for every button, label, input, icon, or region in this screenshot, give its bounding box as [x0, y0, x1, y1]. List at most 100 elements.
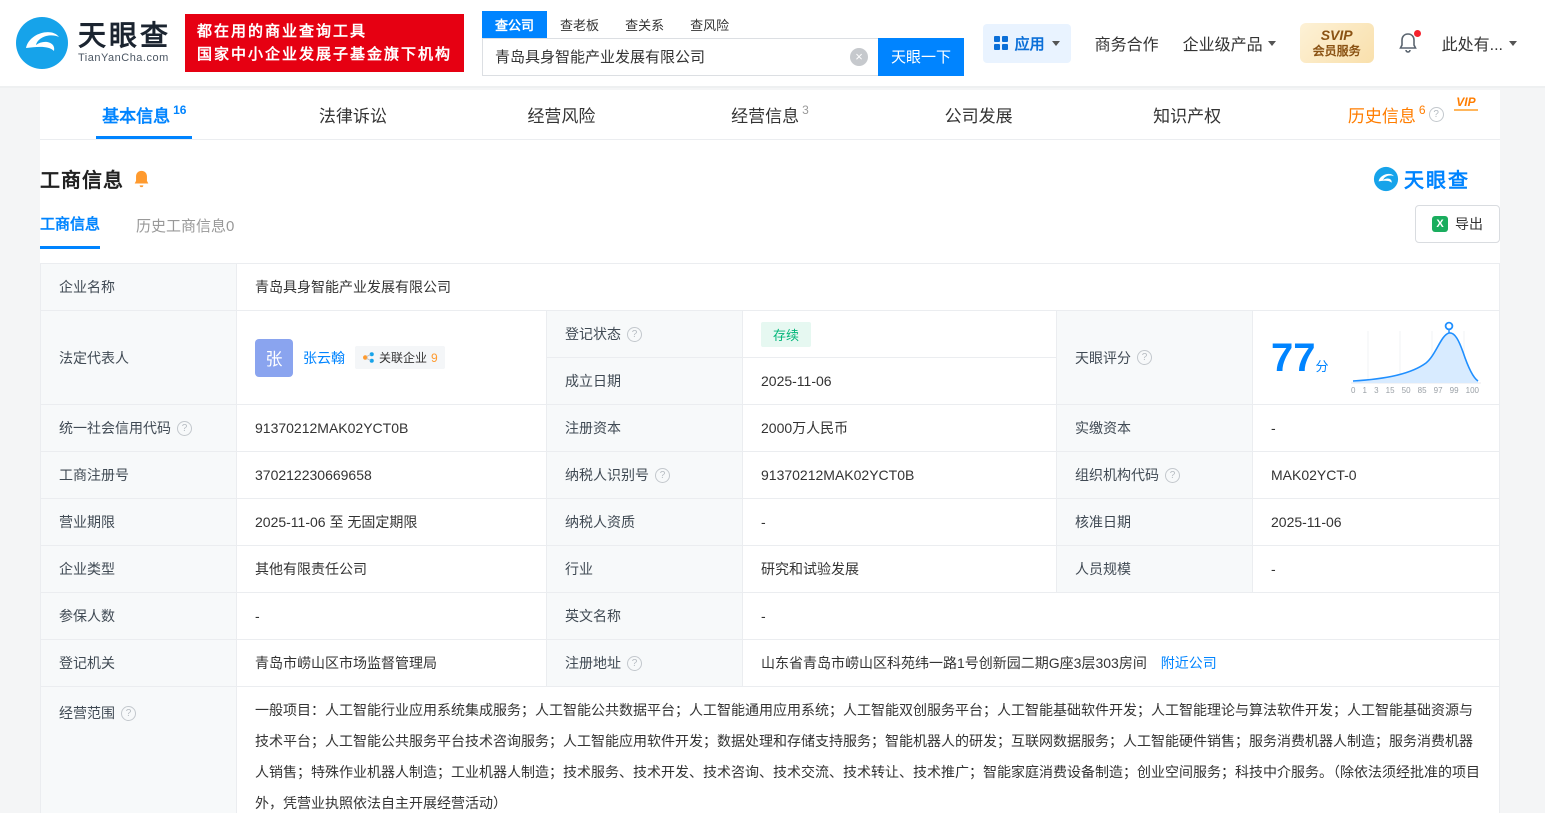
help-icon[interactable]: ?	[1137, 350, 1152, 365]
reg-status-value: 存续	[743, 311, 1057, 358]
help-icon[interactable]: ?	[177, 421, 192, 436]
establish-date-value: 2025-11-06	[743, 358, 1057, 405]
chevron-down-icon	[1052, 41, 1060, 46]
approval-date-label: 核准日期	[1057, 499, 1253, 546]
search-tab-relation[interactable]: 查关系	[612, 11, 677, 38]
related-companies-badge[interactable]: 关联企业 9	[355, 346, 445, 369]
svip-membership-badge[interactable]: SVIP 会员服务	[1300, 23, 1374, 64]
address-value: 山东省青岛市崂山区科苑纬一路1号创新园二期G座3层303房间 附近公司	[743, 640, 1500, 687]
tab-basic-info[interactable]: 基本信息 16	[40, 90, 249, 139]
tab-history-info[interactable]: 历史信息 6 ? VIP	[1291, 90, 1500, 139]
search-button[interactable]: 天眼一下	[878, 38, 964, 76]
tab-company-development[interactable]: 公司发展	[874, 90, 1083, 139]
help-icon[interactable]: ?	[1429, 107, 1444, 122]
address-label: 注册地址?	[547, 640, 743, 687]
help-icon[interactable]: ?	[627, 327, 642, 342]
subtab-business-registration[interactable]: 工商信息	[40, 213, 100, 249]
help-icon[interactable]: ?	[1165, 468, 1180, 483]
table-row: 工商注册号 370212230669658 纳税人识别号? 91370212MA…	[41, 452, 1500, 499]
apps-grid-icon	[994, 36, 1008, 50]
tianyancha-logo-icon	[14, 15, 70, 71]
search-tab-risk[interactable]: 查风险	[677, 11, 742, 38]
help-icon[interactable]: ?	[655, 468, 670, 483]
nearby-companies-link[interactable]: 附近公司	[1161, 655, 1217, 671]
insured-value: -	[237, 593, 547, 640]
taxpayer-id-label: 纳税人识别号?	[547, 452, 743, 499]
table-row: 企业类型 其他有限责任公司 行业 研究和试验发展 人员规模 -	[41, 546, 1500, 593]
taxpayer-id-value: 91370212MAK02YCT0B	[743, 452, 1057, 499]
paid-capital-value: -	[1253, 405, 1500, 452]
company-name-value: 青岛具身智能产业发展有限公司	[237, 264, 1500, 311]
tab-legal-proceedings[interactable]: 法律诉讼	[249, 90, 458, 139]
tab-operating-risk[interactable]: 经营风险	[457, 90, 666, 139]
score-unit: 分	[1316, 359, 1329, 374]
score-label: 天眼评分?	[1057, 311, 1253, 405]
detail-tabs: 基本信息 16 法律诉讼 经营风险 经营信息 3 公司发展 知识产权 历史信息 …	[40, 90, 1500, 140]
table-row: 经营范围? 一般项目：人工智能行业应用系统集成服务；人工智能公共数据平台；人工智…	[41, 687, 1500, 813]
export-button[interactable]: X 导出	[1415, 205, 1500, 243]
avatar[interactable]: 张	[255, 339, 293, 377]
tab-count: 3	[802, 103, 809, 117]
tab-label: 法律诉讼	[319, 102, 387, 127]
help-icon[interactable]: ?	[121, 706, 136, 721]
logo-text-en: TianYanCha.com	[78, 53, 171, 64]
address-text: 山东省青岛市崂山区科苑纬一路1号创新园二期G座3层303房间	[761, 655, 1147, 671]
legal-rep-label: 法定代表人	[41, 311, 237, 405]
related-count: 9	[431, 351, 438, 365]
section-header: 工商信息 天眼查	[40, 140, 1500, 193]
tianyancha-logo[interactable]: 天眼查 TianYanCha.com	[14, 15, 171, 71]
legal-rep-link[interactable]: 张云翰	[303, 348, 345, 368]
subtab-label: 历史工商信息	[136, 218, 226, 235]
excel-icon: X	[1432, 216, 1448, 232]
notification-bell-icon[interactable]	[1398, 32, 1418, 54]
status-badge: 存续	[761, 322, 811, 347]
subscribe-bell-icon[interactable]	[132, 169, 151, 189]
export-label: 导出	[1455, 214, 1483, 234]
logo-text-cn: 天眼查	[78, 22, 171, 50]
staff-size-label: 人员规模	[1057, 546, 1253, 593]
table-row: 统一社会信用代码? 91370212MAK02YCT0B 注册资本 2000万人…	[41, 405, 1500, 452]
search-area: 查公司 查老板 查关系 查风险 × 天眼一下	[482, 11, 964, 76]
nav-business-coop[interactable]: 商务合作	[1095, 31, 1159, 55]
apps-menu[interactable]: 应用	[983, 24, 1071, 63]
clear-search-icon[interactable]: ×	[850, 48, 868, 66]
tab-count: 6	[1419, 103, 1426, 117]
related-label: 关联企业	[379, 349, 427, 366]
taxpayer-quality-value: -	[743, 499, 1057, 546]
search-tab-company[interactable]: 查公司	[482, 11, 547, 38]
tab-label: 经营信息	[731, 102, 799, 127]
promo-banner-line1: 都在用的商业查询工具	[197, 20, 452, 43]
score-number: 77	[1271, 336, 1316, 380]
promo-banner-line2: 国家中小企业发展子基金旗下机构	[197, 43, 452, 66]
section-title: 工商信息	[40, 164, 124, 193]
subtab-history-registration[interactable]: 历史工商信息0	[136, 215, 234, 248]
search-tab-boss[interactable]: 查老板	[547, 11, 612, 38]
tab-intellectual-property[interactable]: 知识产权	[1083, 90, 1292, 139]
reg-capital-label: 注册资本	[547, 405, 743, 452]
score-value[interactable]: 77分	[1253, 311, 1500, 405]
help-icon[interactable]: ?	[627, 656, 642, 671]
main-content: 基本信息 16 法律诉讼 经营风险 经营信息 3 公司发展 知识产权 历史信息 …	[40, 90, 1500, 813]
nav-enterprise-products[interactable]: 企业级产品	[1183, 31, 1276, 55]
search-input[interactable]	[482, 38, 878, 76]
tab-label: 基本信息	[102, 102, 170, 127]
enterprise-products-label: 企业级产品	[1183, 31, 1263, 55]
business-coop-label: 商务合作	[1095, 31, 1159, 55]
company-type-label: 企业类型	[41, 546, 237, 593]
tab-business-info[interactable]: 经营信息 3	[666, 90, 875, 139]
reg-number-value: 370212230669658	[237, 452, 547, 499]
industry-label: 行业	[547, 546, 743, 593]
search-tabs: 查公司 查老板 查关系 查风险	[482, 11, 964, 38]
table-row: 登记机关 青岛市崂山区市场监督管理局 注册地址? 山东省青岛市崂山区科苑纬一路1…	[41, 640, 1500, 687]
reg-capital-value: 2000万人民币	[743, 405, 1057, 452]
username: 此处有...	[1442, 31, 1503, 55]
watermark-logo-text: 天眼查	[1404, 164, 1470, 193]
company-type-value: 其他有限责任公司	[237, 546, 547, 593]
chevron-down-icon	[1509, 41, 1517, 46]
promo-banner[interactable]: 都在用的商业查询工具 国家中小企业发展子基金旗下机构	[185, 14, 464, 72]
tab-label: 公司发展	[945, 102, 1013, 127]
org-code-label: 组织机构代码?	[1057, 452, 1253, 499]
score-axis-ticks: 0131550859799100	[1351, 386, 1479, 395]
chevron-down-icon	[1268, 41, 1276, 46]
user-menu[interactable]: 此处有...	[1442, 31, 1517, 55]
